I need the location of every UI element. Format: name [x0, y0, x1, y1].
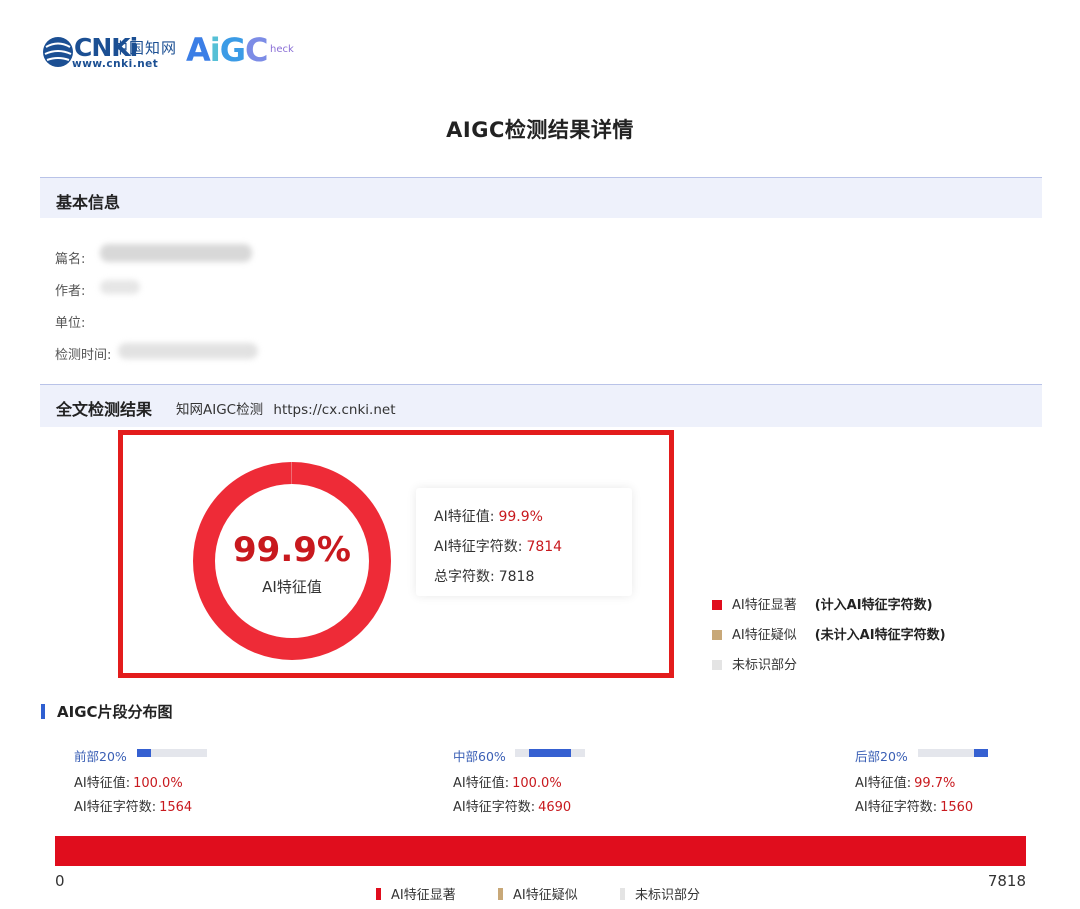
segment-front-chars: AI特征字符数: 1564: [74, 796, 192, 815]
seg-label: AI特征字符数:: [74, 800, 157, 815]
segment-middle-chars: AI特征字符数: 4690: [453, 796, 571, 815]
segment-front-bar: [137, 749, 207, 757]
stat-total-chars: 总字符数: 7818: [434, 566, 534, 586]
field-title-label: 篇名:: [55, 252, 86, 267]
stat-value: 7814: [526, 539, 563, 555]
seg-value: 100.0%: [133, 776, 183, 791]
seg-value: 100.0%: [512, 776, 562, 791]
legend-label: AI特征疑似: [732, 628, 797, 643]
distribution-heading-text: AIGC片段分布图: [57, 703, 173, 721]
donut-percentage: 99.9%: [233, 530, 351, 570]
field-author-label: 作者:: [55, 284, 86, 299]
full-text-distribution-bar: [55, 836, 1026, 866]
stats-card: AI特征值: 99.9% AI特征字符数: 7814 总字符数: 7818: [416, 488, 632, 596]
legend-swatch: [376, 888, 381, 900]
full-result-source: 知网AIGC检测 https://cx.cnki.net: [176, 398, 396, 418]
segment-middle-bar: [515, 749, 585, 757]
segment-back-chars: AI特征字符数: 1560: [855, 796, 973, 815]
seg-value: 1560: [940, 800, 974, 815]
seg-value: 4690: [538, 800, 572, 815]
segment-back-fill: [974, 749, 988, 757]
source-name: 知网AIGC检测: [176, 402, 264, 418]
legend-note: (计入AI特征字符数): [814, 598, 933, 613]
cnki-url: www.cnki.net: [72, 58, 159, 70]
legend-significant: AI特征显著 (计入AI特征字符数): [712, 594, 933, 613]
seg-label: AI特征字符数:: [453, 800, 536, 815]
page-title: AIGC检测结果详情: [446, 118, 634, 142]
seg-label: AI特征值:: [74, 776, 131, 791]
segment-back-ai: AI特征值: 99.7%: [855, 772, 955, 791]
segment-front-fill: [137, 749, 151, 757]
seg-label: AI特征值:: [855, 776, 912, 791]
legend-swatch: [498, 888, 503, 900]
field-time-label: 检测时间:: [55, 348, 112, 363]
stat-label: AI特征值:: [434, 509, 495, 525]
legend-suspected: AI特征疑似 (未计入AI特征字符数): [712, 624, 946, 643]
seg-value: 1564: [159, 800, 193, 815]
bottom-legend-significant: AI特征显著: [376, 884, 456, 903]
redacted-author: [100, 280, 140, 294]
legend-label: AI特征显著: [732, 598, 797, 613]
segment-back-bar: [918, 749, 988, 757]
stat-value: 99.9%: [498, 509, 543, 525]
stat-label: 总字符数:: [434, 569, 495, 585]
segment-back-name: 后部20%: [855, 749, 908, 764]
legend-label: 未标识部分: [635, 888, 701, 903]
cnki-chinese-name: 中国知网: [113, 39, 178, 57]
stat-ai-chars: AI特征字符数: 7814: [434, 536, 562, 556]
heading-accent: [41, 704, 45, 719]
legend-label: 未标识部分: [732, 658, 798, 673]
segment-middle-name: 中部60%: [453, 749, 506, 764]
source-url[interactable]: https://cx.cnki.net: [273, 402, 395, 418]
full-result-heading: 全文检测结果: [56, 400, 153, 419]
distribution-heading: AIGC片段分布图: [41, 701, 173, 722]
seg-label: AI特征字符数:: [855, 800, 938, 815]
legend-label: AI特征疑似: [513, 888, 578, 903]
aigc-check-sub: heck: [270, 44, 294, 55]
legend-swatch: [712, 600, 722, 610]
bottom-legend-suspected: AI特征疑似: [498, 884, 578, 903]
legend-swatch: [712, 660, 722, 670]
legend-swatch: [712, 630, 722, 640]
legend-label: AI特征显著: [391, 888, 456, 903]
bottom-legend-unmarked: 未标识部分: [620, 884, 700, 903]
basic-info-header: 基本信息: [40, 177, 1042, 218]
segment-middle-ai: AI特征值: 100.0%: [453, 772, 562, 791]
seg-value: 99.7%: [914, 776, 956, 791]
segment-front-ai: AI特征值: 100.0%: [74, 772, 183, 791]
redacted-title: [100, 244, 252, 262]
legend-swatch: [620, 888, 625, 900]
axis-max-label: 7818: [987, 872, 1026, 890]
seg-label: AI特征值:: [453, 776, 510, 791]
aigc-check-logo: AiGC: [186, 31, 269, 69]
stat-label: AI特征字符数:: [434, 539, 523, 555]
stat-ai-value: AI特征值: 99.9%: [434, 506, 543, 526]
segment-middle-fill: [529, 749, 571, 757]
field-unit-label: 单位:: [55, 316, 86, 331]
segment-front-name: 前部20%: [74, 749, 127, 764]
stat-value: 7818: [498, 569, 535, 585]
legend-note: (未计入AI特征字符数): [814, 628, 946, 643]
basic-info-heading: 基本信息: [56, 193, 121, 212]
legend-unmarked: 未标识部分: [712, 654, 797, 673]
donut-label: AI特征值: [262, 578, 322, 596]
redacted-time: [118, 343, 258, 359]
axis-min-label: 0: [55, 872, 65, 890]
